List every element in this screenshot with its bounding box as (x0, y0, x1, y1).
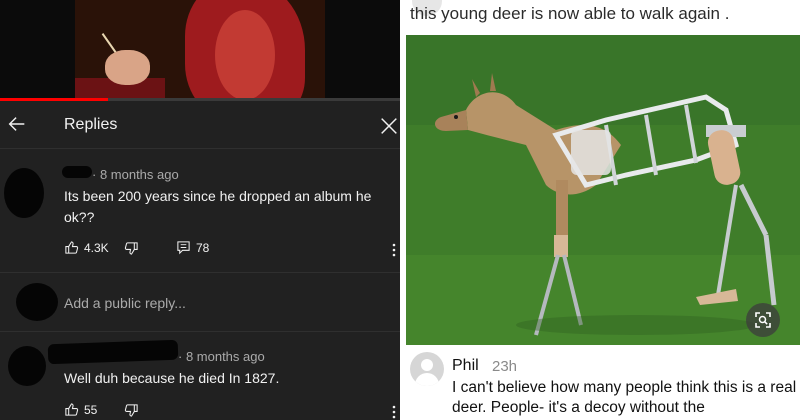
youtube-replies-panel: Replies · 8 months ago Its been 200 year… (0, 0, 400, 420)
commenter-avatar[interactable] (410, 352, 444, 386)
back-arrow-icon[interactable] (6, 113, 28, 135)
comment-timestamp: · 8 months ago (178, 349, 265, 364)
post-comment-text: I can't believe how many people think th… (452, 379, 797, 416)
comment-text: Well duh because he died In 1827. (64, 370, 280, 386)
comment-item: · 8 months ago Well duh because he died … (0, 332, 400, 420)
video-player[interactable] (0, 0, 400, 100)
comment-icon (177, 241, 190, 255)
like-button[interactable]: 4.3K (64, 240, 109, 255)
comment-item: · 8 months ago Its been 200 years since … (0, 150, 400, 272)
username-redacted (47, 339, 179, 365)
close-icon[interactable] (378, 115, 400, 137)
commenter-name[interactable]: Phil (452, 357, 479, 375)
like-button[interactable]: 55 (64, 402, 97, 417)
reply-count-button[interactable]: 78 (176, 240, 209, 255)
avatar-redacted[interactable] (4, 168, 44, 218)
reply-count: 78 (196, 240, 210, 255)
add-reply-row[interactable]: Add a public reply... (0, 272, 400, 332)
like-count: 4.3K (84, 240, 109, 255)
user-avatar-redacted (16, 283, 58, 321)
comment-timestamp: · 8 months ago (92, 167, 179, 182)
like-count: 55 (84, 402, 98, 417)
add-reply-input[interactable]: Add a public reply... (64, 295, 186, 311)
visual-search-button[interactable] (746, 303, 780, 337)
comment-text: Its been 200 years since he dropped an a… (64, 188, 372, 225)
thumbs-down-icon[interactable] (124, 241, 139, 256)
avatar-redacted[interactable] (8, 346, 46, 386)
more-options-icon[interactable] (392, 404, 396, 420)
more-options-icon[interactable] (392, 242, 396, 258)
thumbs-up-icon (65, 241, 79, 254)
thumbs-down-icon[interactable] (124, 403, 139, 418)
deer-illustration (406, 35, 800, 345)
comment-time: 23h (492, 358, 518, 375)
lens-search-icon (755, 312, 771, 328)
replies-title: Replies (64, 116, 118, 133)
replies-header: Replies (0, 101, 400, 149)
video-frame-painting (75, 0, 325, 100)
deer-prosthetic-photo[interactable] (406, 35, 800, 345)
post-caption: this young deer is now able to walk agai… (410, 4, 730, 23)
username-redacted (62, 166, 92, 178)
thumbs-up-icon (65, 403, 79, 416)
